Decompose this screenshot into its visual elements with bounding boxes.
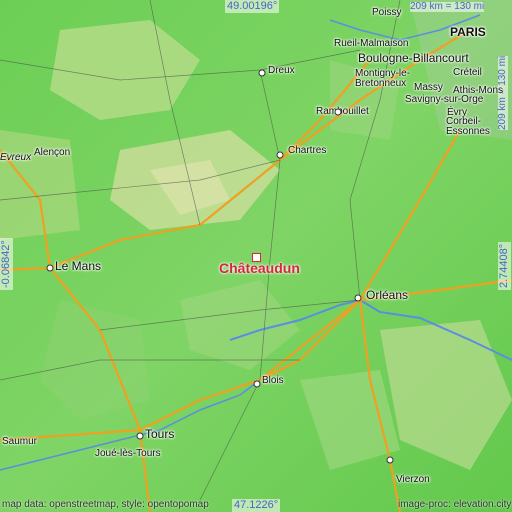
topographic-map[interactable]: 49.00196° 47.1226° -0.06842° 2.74408° 20… — [0, 0, 512, 512]
highlight-label: Châteaudun — [219, 260, 300, 276]
attribution-left: map data: openstreetmap, style: opentopo… — [2, 499, 209, 510]
attribution-right: image-proc: elevation.city — [398, 499, 512, 510]
